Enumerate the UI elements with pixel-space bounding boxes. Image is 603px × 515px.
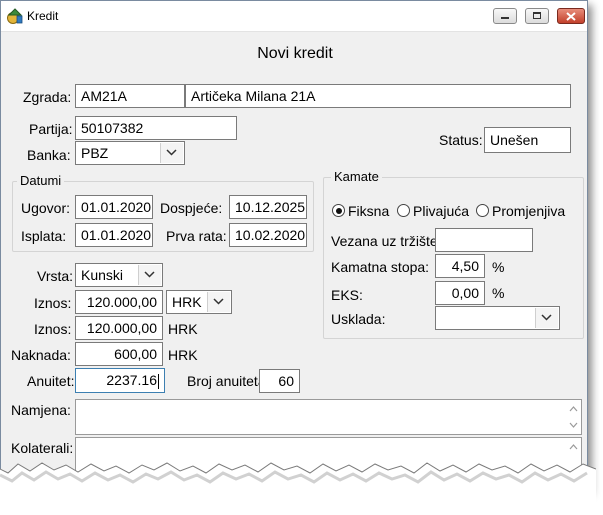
- dospijece-field[interactable]: 10.12.2025: [229, 195, 307, 219]
- scroll-down-icon: [569, 422, 578, 428]
- title-bar[interactable]: Kredit: [1, 1, 587, 32]
- chevron-down-icon: [213, 298, 224, 305]
- currency-dropdown-button[interactable]: [207, 292, 230, 312]
- vrsta-dropdown-button[interactable]: [138, 265, 161, 285]
- kamatna-stopa-field[interactable]: 4,50: [435, 254, 485, 278]
- status-label: Status:: [439, 132, 483, 148]
- isplata-field[interactable]: 01.01.2020: [75, 223, 153, 247]
- namjena-textarea[interactable]: [75, 399, 582, 435]
- iznos-2-label: Iznos:: [34, 321, 72, 337]
- minimize-button[interactable]: [493, 8, 517, 24]
- naknada-currency: HRK: [168, 347, 198, 363]
- anuitet-value: 2237.16: [106, 372, 157, 388]
- eks-field[interactable]: 0,00: [435, 281, 485, 305]
- datumi-title: Datumi: [17, 173, 65, 188]
- ugovor-label: Ugovor:: [21, 200, 71, 216]
- maximize-icon: [533, 12, 541, 19]
- iznos-2-field[interactable]: 120.000,00: [75, 316, 163, 340]
- vrsta-value: Kunski: [81, 267, 124, 283]
- maximize-button[interactable]: [525, 8, 549, 24]
- close-icon: [566, 12, 576, 21]
- prva-rata-label: Prva rata:: [166, 228, 227, 244]
- naknada-field[interactable]: 600,00: [75, 342, 163, 366]
- chevron-down-icon: [144, 271, 155, 278]
- iznos-field[interactable]: 120.000,00: [75, 290, 163, 314]
- usklada-label: Usklada:: [331, 311, 386, 327]
- promjenjiva-radio[interactable]: [476, 204, 489, 217]
- naknada-label: Naknada:: [11, 347, 71, 363]
- vezana-field[interactable]: [435, 228, 533, 252]
- kamatna-unit: %: [492, 259, 505, 275]
- plivajuca-label[interactable]: Plivajuća: [413, 203, 469, 219]
- anuitet-label: Anuitet:: [27, 373, 75, 389]
- scroll-up-icon: [569, 444, 578, 450]
- kredit-window: Kredit Novi kredit Zgrada: AM21A Artiček…: [0, 0, 588, 490]
- app-icon: [7, 8, 23, 24]
- iznos-label: Iznos:: [34, 295, 72, 311]
- chevron-down-icon: [541, 314, 552, 321]
- anuitet-field[interactable]: 2237.16: [75, 368, 165, 393]
- currency-value: HRK: [172, 294, 202, 310]
- torn-edge-decoration: [0, 462, 596, 515]
- fiksna-label[interactable]: Fiksna: [348, 203, 389, 219]
- close-button[interactable]: [557, 8, 585, 24]
- namjena-label: Namjena:: [11, 402, 71, 418]
- scroll-up-icon: [569, 406, 578, 412]
- window-title: Kredit: [27, 9, 59, 23]
- dospijece-label: Dospjeće:: [160, 200, 223, 216]
- banka-label: Banka:: [27, 147, 71, 163]
- partija-label: Partija:: [29, 121, 73, 137]
- namjena-scrollbar[interactable]: [569, 402, 579, 432]
- banka-value: PBZ: [81, 145, 109, 161]
- promjenjiva-label[interactable]: Promjenjiva: [492, 203, 565, 219]
- zgrada-label: Zgrada:: [23, 89, 72, 105]
- banka-select[interactable]: PBZ: [75, 141, 185, 165]
- zgrada-code-field[interactable]: AM21A: [75, 84, 185, 108]
- usklada-dropdown-button[interactable]: [535, 308, 558, 328]
- zgrada-address-field[interactable]: Artičeka Milana 21A: [185, 84, 571, 108]
- currency-select[interactable]: HRK: [166, 290, 232, 314]
- broj-anuiteta-field[interactable]: 60: [259, 369, 300, 393]
- fiksna-radio[interactable]: [332, 204, 345, 217]
- text-cursor: [158, 373, 159, 389]
- isplata-label: Isplata:: [21, 228, 67, 244]
- banka-dropdown-button[interactable]: [160, 143, 183, 163]
- kamatna-stopa-label: Kamatna stopa:: [331, 259, 430, 275]
- partija-field[interactable]: 50107382: [75, 116, 237, 140]
- iznos-2-currency: HRK: [168, 321, 198, 337]
- prva-rata-field[interactable]: 10.02.2020: [229, 223, 307, 247]
- chevron-down-icon: [166, 149, 177, 156]
- minimize-icon: [501, 17, 509, 19]
- eks-label: EKS:: [331, 287, 363, 303]
- eks-unit: %: [492, 285, 505, 301]
- ugovor-field[interactable]: 01.01.2020: [75, 195, 153, 219]
- vrsta-label: Vrsta:: [37, 268, 74, 284]
- broj-anuiteta-label: Broj anuiteta:: [187, 373, 270, 389]
- kamate-title: Kamate: [331, 169, 382, 184]
- vrsta-select[interactable]: Kunski: [75, 263, 163, 287]
- status-field: Unešen: [484, 127, 571, 153]
- kolaterali-label: Kolaterali:: [11, 440, 74, 456]
- form-title: Novi kredit: [257, 45, 333, 62]
- plivajuca-radio[interactable]: [397, 204, 410, 217]
- vezana-label: Vezana uz tržište:: [331, 233, 442, 249]
- usklada-select[interactable]: [435, 306, 560, 330]
